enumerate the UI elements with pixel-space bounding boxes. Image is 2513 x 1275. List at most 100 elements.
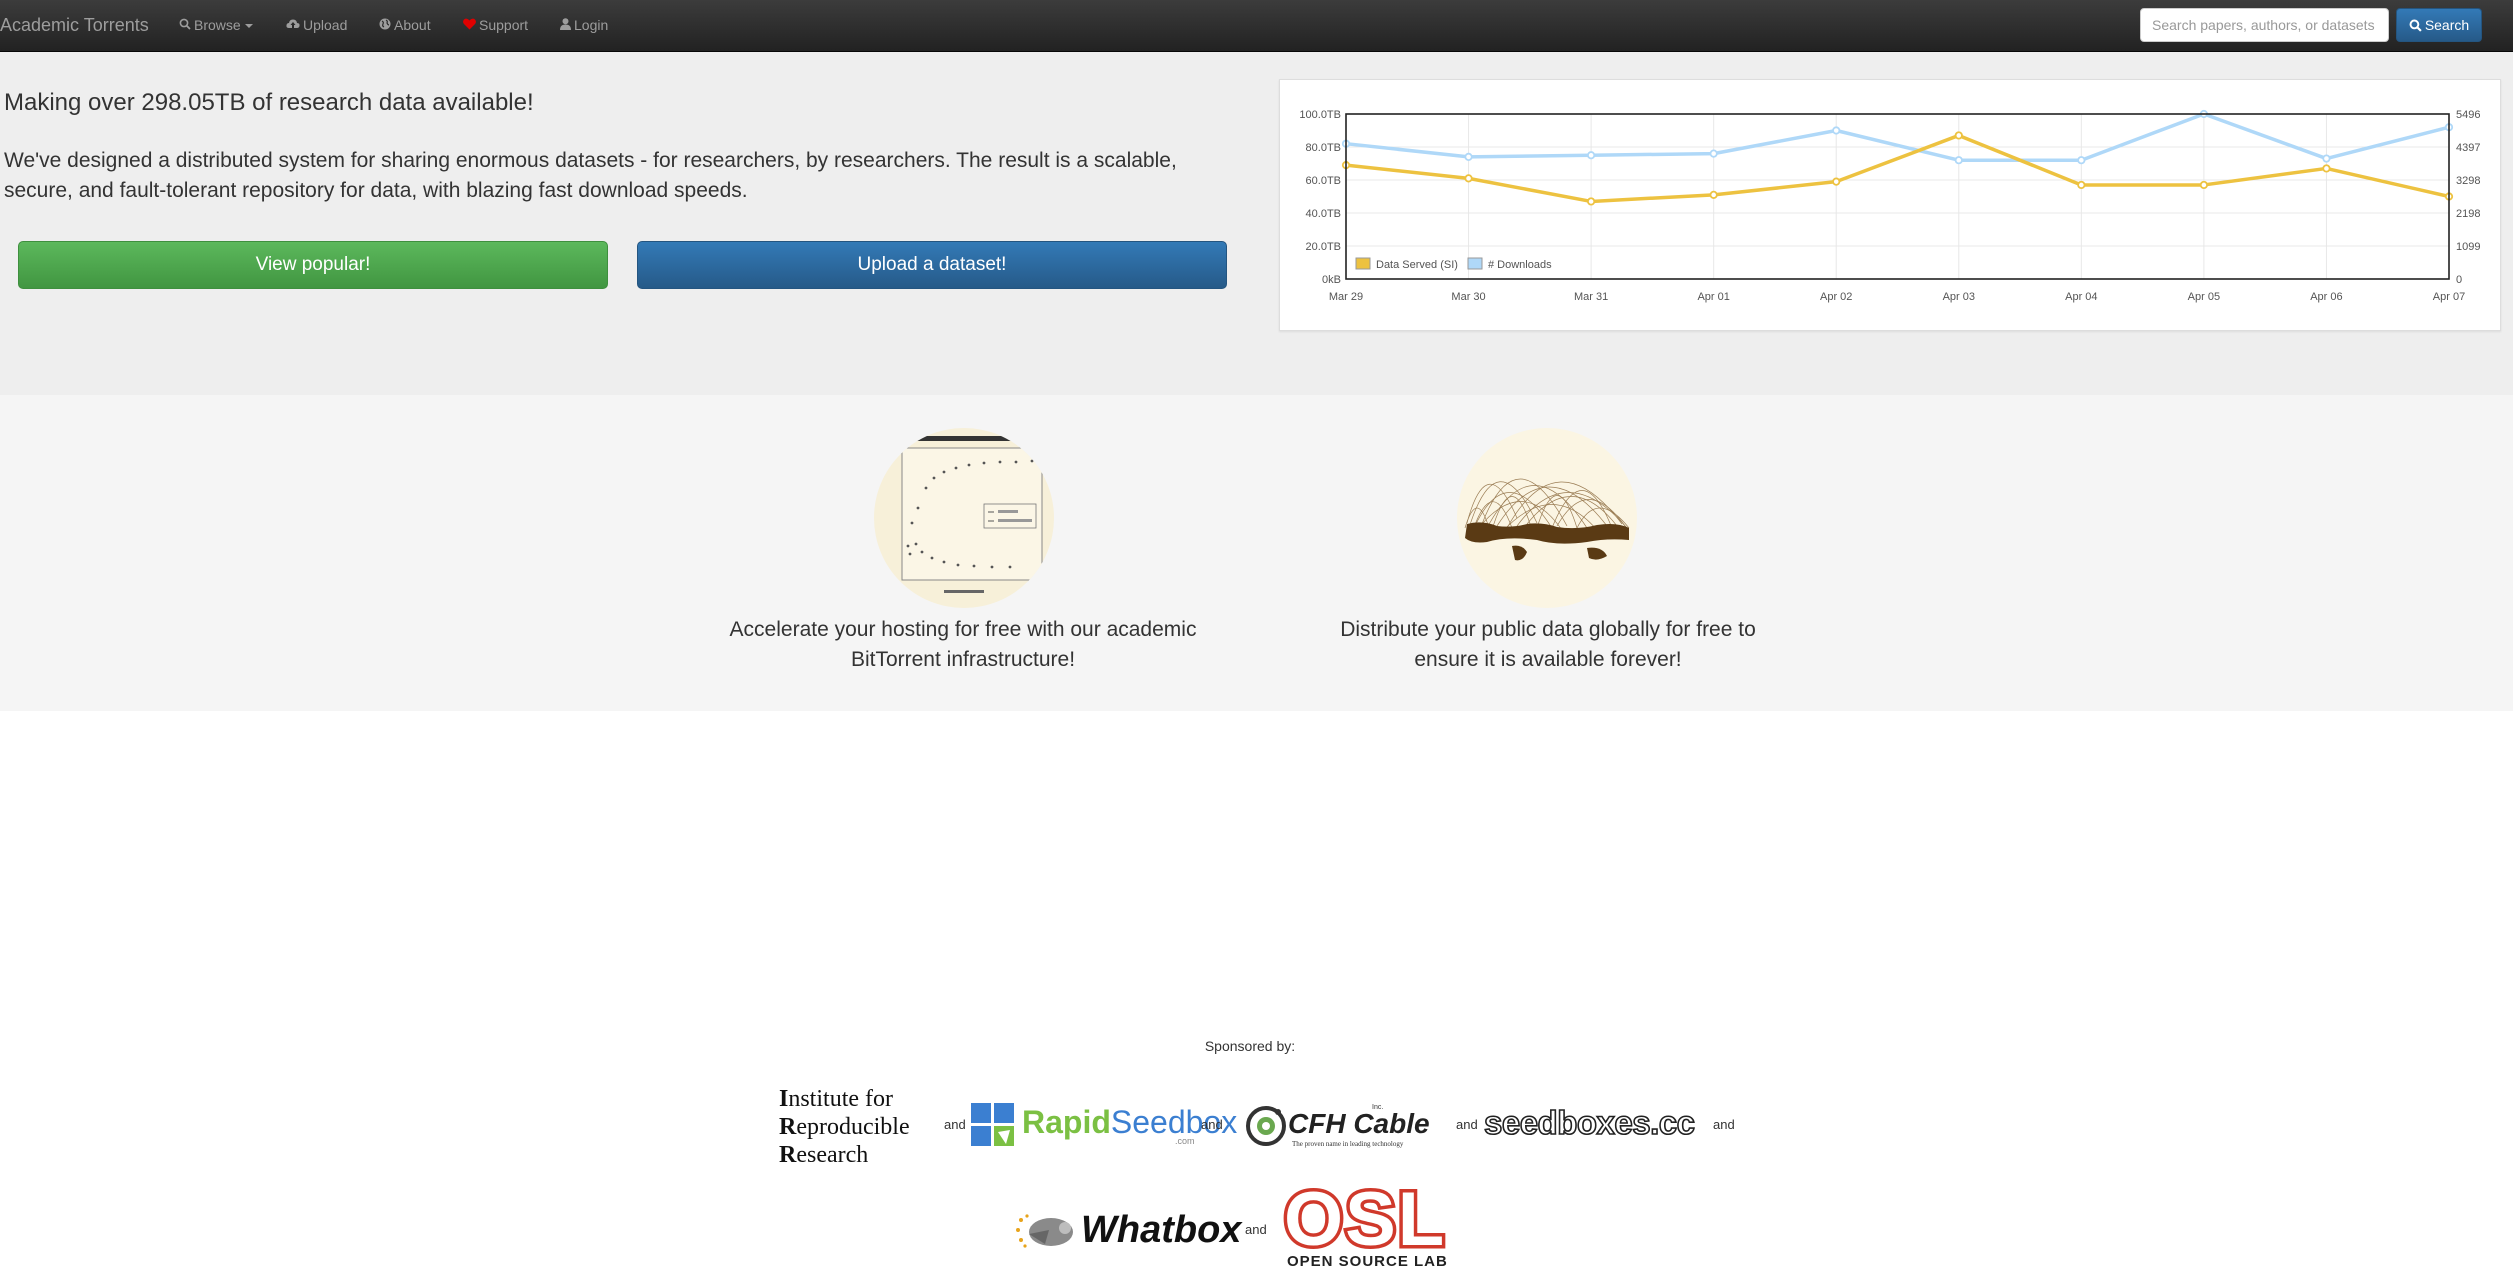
data-point <box>1954 131 1963 140</box>
legend-swatch <box>1355 257 1371 270</box>
and-separator: and <box>1201 1117 1223 1132</box>
nav-about[interactable]: About <box>379 0 431 51</box>
data-point <box>1587 197 1596 206</box>
y-tick-label-right: 0 <box>2456 274 2462 286</box>
osl-tagline: OPEN SOURCE LAB <box>1287 1253 1448 1270</box>
y-tick-label-left: 20.0TB <box>1306 241 1341 253</box>
feature-hosting-line2: BitTorrent infrastructure! <box>850 648 1076 671</box>
x-tick-label: Apr 03 <box>1943 291 1975 303</box>
data-point <box>1832 177 1841 186</box>
stats-chart-svg: 100.0TB 5496 80.0TB 4397 60.0TB 3298 40.0TB 219… <box>1299 109 2480 303</box>
feature-distribute-line2: ensure it is available forever! <box>1414 648 1682 671</box>
x-tick-label: Apr 05 <box>2188 291 2220 303</box>
y-tick-label-left: 100.0TB <box>1299 109 1341 121</box>
whatbox-icon <box>1016 1214 1073 1248</box>
x-tick-label: Mar 31 <box>1574 291 1608 303</box>
irr-line1: Institute for <box>779 1085 910 1113</box>
globe-icon <box>379 0 391 51</box>
nav-browse-label: Browse <box>194 17 241 33</box>
cloud-upload-icon <box>286 0 300 51</box>
nav-upload[interactable]: Upload <box>286 0 347 51</box>
irr-logo[interactable]: Institute for Reproducible Research <box>779 1085 910 1169</box>
whatbox-logo[interactable]: Whatbox <box>1015 1205 1241 1257</box>
y-tick-label-right: 5496 <box>2456 109 2480 121</box>
search-icon <box>179 0 191 51</box>
chevron-down-icon <box>244 24 253 29</box>
y-tick-label-left: 0kB <box>1322 274 1341 286</box>
data-point <box>2322 154 2331 163</box>
irr-line2: Reproducible <box>779 1113 910 1141</box>
hero-section: Making over 298.05TB of research data av… <box>0 52 2513 395</box>
osl-logo[interactable]: OSL OPEN SOURCE LAB <box>1280 1178 1484 1270</box>
cfh-cable-inc: Inc. <box>1372 1104 1384 1111</box>
y-tick-label-left: 80.0TB <box>1306 142 1341 154</box>
irr-text-2: eproducible <box>796 1114 910 1140</box>
x-tick-label: Apr 01 <box>1697 291 1729 303</box>
cfh-cable-name: CFH Cable <box>1288 1108 1430 1139</box>
upload-dataset-button[interactable]: Upload a dataset! <box>637 241 1227 289</box>
data-point <box>1464 152 1473 162</box>
x-tick-label: Apr 06 <box>2310 291 2342 303</box>
data-point <box>1832 126 1841 135</box>
rapidseedbox-logo[interactable]: RapidSeedbox .com <box>970 1100 1237 1150</box>
legend-label: # Downloads <box>1488 259 1552 271</box>
legend-label: Data Served (SI) <box>1376 259 1458 271</box>
feature-hosting-text: Accelerate your hosting for free with ou… <box>703 615 1223 675</box>
cfh-cable-icon <box>1246 1106 1286 1146</box>
irr-line3: Research <box>779 1141 910 1169</box>
user-icon <box>560 0 571 51</box>
global-network-map-image <box>1457 428 1637 608</box>
data-point <box>1587 151 1596 160</box>
search-icon <box>2409 19 2422 32</box>
stats-chart: 100.0TB 5496 80.0TB 4397 60.0TB 3298 40.0TB 219… <box>1279 79 2501 331</box>
osl-name: OSL <box>1280 1177 1447 1262</box>
nav-browse[interactable]: Browse <box>179 0 253 51</box>
and-separator: and <box>944 1117 966 1132</box>
nav-login[interactable]: Login <box>560 0 608 51</box>
search-button[interactable]: Search <box>2396 8 2482 42</box>
and-separator: and <box>1456 1117 1478 1132</box>
top-navbar: Academic Torrents Browse Upload About Su… <box>0 0 2513 52</box>
cfh-cable-logo[interactable]: CFH Cable Inc. The proven name in leadin… <box>1244 1100 1430 1152</box>
irr-cap-2: R <box>779 1114 797 1140</box>
y-tick-label-right: 2198 <box>2456 208 2480 220</box>
seedboxes-logo[interactable]: seedboxes.cc <box>1483 1103 1696 1142</box>
nav-support[interactable]: Support <box>463 0 528 51</box>
data-point <box>1464 174 1473 183</box>
plot-area <box>1346 114 2449 279</box>
irr-text-1: nstitute for <box>788 1086 893 1112</box>
hero-description: We've designed a distributed system for … <box>4 149 1177 202</box>
data-point <box>1954 156 1963 165</box>
nav-login-label: Login <box>574 17 609 33</box>
and-separator: and <box>1245 1222 1267 1237</box>
x-tick-label: Mar 29 <box>1329 291 1363 303</box>
and-separator: and <box>1713 1117 1735 1132</box>
irr-text-3: esearch <box>796 1142 869 1168</box>
irr-cap-3: R <box>779 1142 797 1168</box>
brand-link[interactable]: Academic Torrents <box>0 0 149 51</box>
data-point <box>1709 190 1718 199</box>
features-section: Accelerate your hosting for free with ou… <box>0 395 2513 711</box>
x-tick-label: Mar 30 <box>1451 291 1485 303</box>
y-tick-label-left: 60.0TB <box>1306 175 1341 187</box>
y-tick-label-right: 3298 <box>2456 175 2480 187</box>
feature-distribute-text: Distribute your public data globally for… <box>1288 615 1808 675</box>
search-button-label: Search <box>2424 17 2470 33</box>
sponsored-by-heading: Sponsored by: <box>1204 1038 1296 1054</box>
legend-swatch <box>1467 257 1483 270</box>
x-tick-label: Apr 04 <box>2065 291 2097 303</box>
x-tick-label: Apr 02 <box>1820 291 1852 303</box>
download-speed-chart-image <box>874 428 1054 608</box>
rapidseedbox-name-a: Rapid <box>1022 1104 1111 1140</box>
data-point <box>2077 180 2086 190</box>
feature-distribute-line1: Distribute your public data globally for… <box>1340 618 1756 641</box>
y-tick-label-right: 4397 <box>2456 142 2480 154</box>
data-point <box>2199 180 2208 190</box>
nav-upload-label: Upload <box>303 17 348 33</box>
feature-hosting-line1: Accelerate your hosting for free with ou… <box>729 618 1197 641</box>
nav-support-label: Support <box>479 17 529 33</box>
heart-icon <box>463 0 476 51</box>
view-popular-button[interactable]: View popular! <box>18 241 608 289</box>
cfh-cable-tagline: The proven name in leading technology <box>1292 1140 1404 1148</box>
search-input[interactable] <box>2140 8 2389 42</box>
